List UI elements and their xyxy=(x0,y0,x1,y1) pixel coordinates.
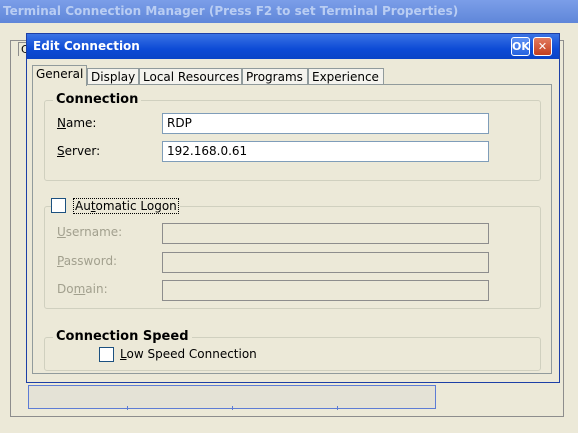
edit-connection-dialog: Edit Connection OK ✕ General Display Loc… xyxy=(26,33,560,383)
connection-group-title: Connection xyxy=(53,92,142,107)
connection-speed-group: Connection Speed Low Speed Connection xyxy=(44,329,541,371)
tab-display[interactable]: Display xyxy=(87,68,139,85)
close-button[interactable]: ✕ xyxy=(533,37,552,56)
tab-experience[interactable]: Experience xyxy=(308,68,384,85)
connection-speed-group-title: Connection Speed xyxy=(53,329,192,344)
name-input[interactable]: RDP xyxy=(162,113,489,134)
password-input[interactable] xyxy=(162,252,489,273)
domain-input[interactable] xyxy=(162,280,489,301)
username-input[interactable] xyxy=(162,223,489,244)
name-label: Name: xyxy=(57,116,97,130)
low-speed-checkbox[interactable] xyxy=(99,347,114,362)
server-label: Server: xyxy=(57,144,101,158)
tab-content-general: Connection Name: RDP Server: 192.168.0.6… xyxy=(32,84,552,374)
username-label: Username: xyxy=(57,225,123,239)
low-speed-label: Low Speed Connection xyxy=(120,347,257,361)
ok-button[interactable]: OK xyxy=(511,37,530,56)
close-icon: ✕ xyxy=(537,40,548,53)
server-input[interactable]: 192.168.0.61 xyxy=(162,141,489,162)
dialog-title: Edit Connection xyxy=(27,34,559,59)
connection-group: Connection Name: RDP Server: 192.168.0.6… xyxy=(44,92,541,181)
tab-local-resources[interactable]: Local Resources xyxy=(139,68,242,85)
automatic-logon-option[interactable]: Automatic Logon xyxy=(51,197,180,215)
automatic-logon-group: Automatic Logon Username: Password: Doma… xyxy=(44,197,541,309)
domain-label: Domain: xyxy=(57,282,108,296)
password-label: Password: xyxy=(57,254,118,268)
background-window-title: Terminal Connection Manager (Press F2 to… xyxy=(0,0,578,23)
automatic-logon-checkbox[interactable] xyxy=(51,198,66,213)
tab-general[interactable]: General xyxy=(32,65,87,86)
background-button-bar xyxy=(28,385,436,410)
automatic-logon-label: Automatic Logon xyxy=(73,198,179,214)
tab-programs[interactable]: Programs xyxy=(242,68,308,85)
